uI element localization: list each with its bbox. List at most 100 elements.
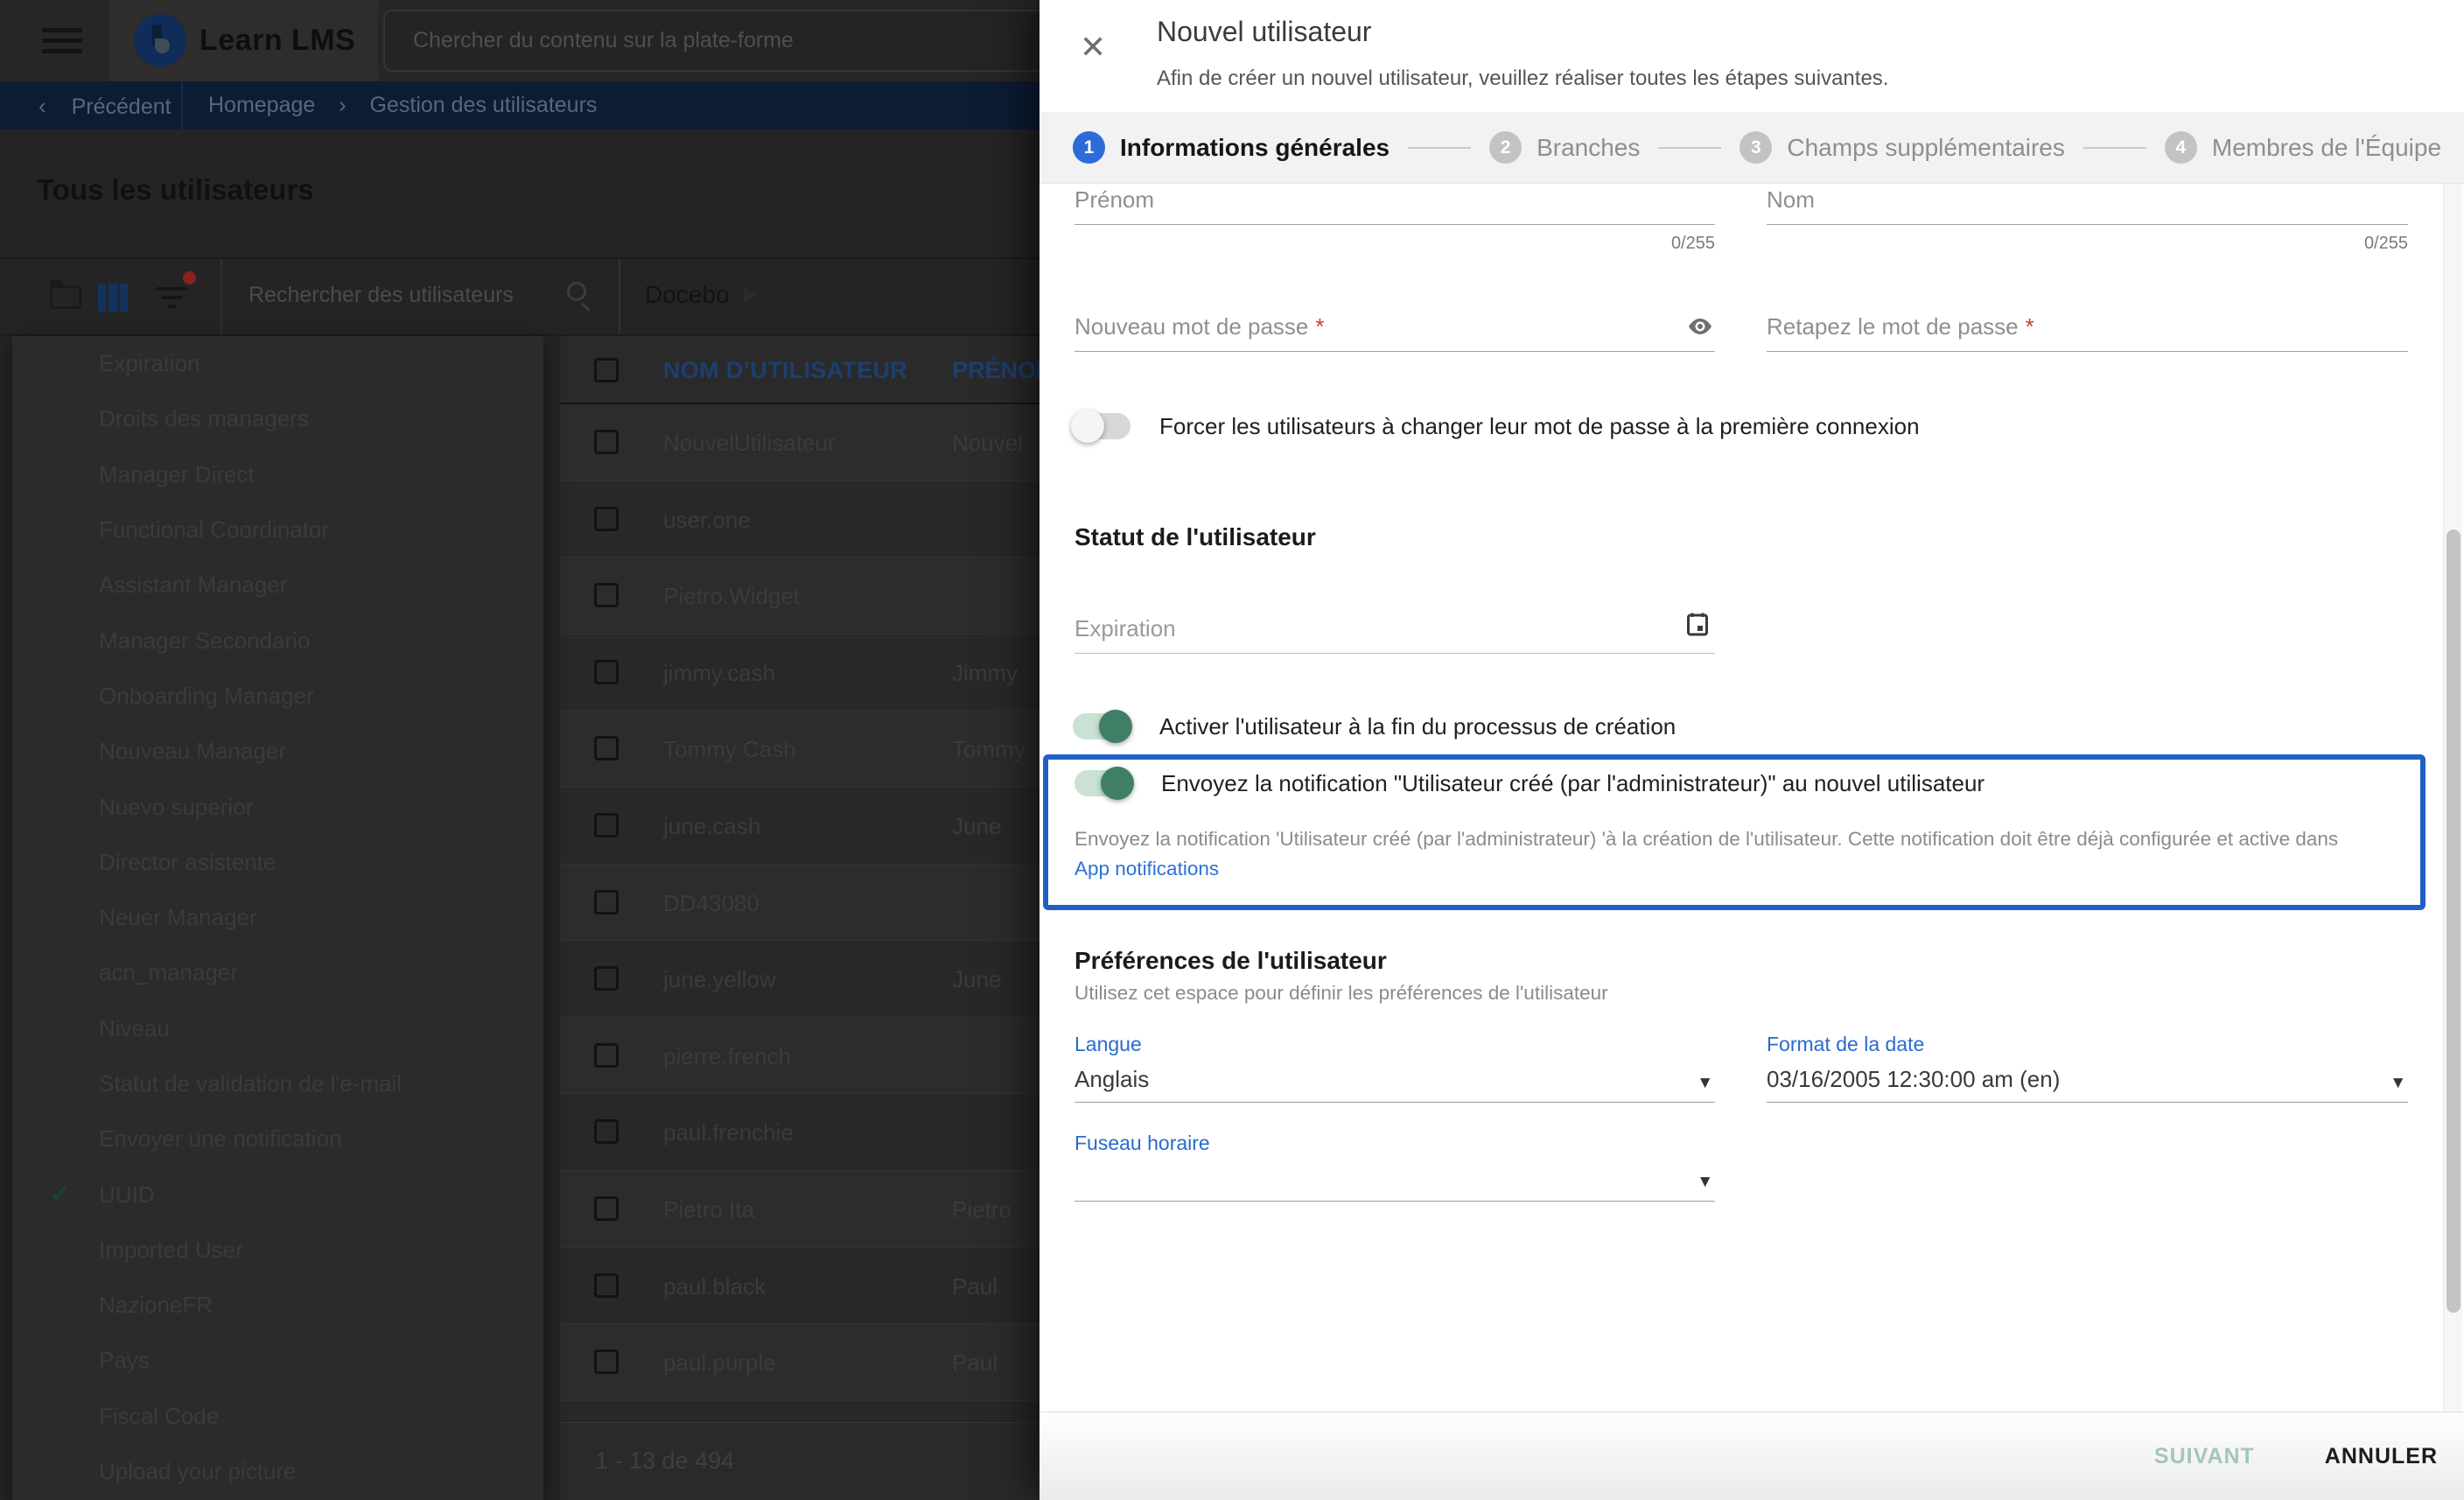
next-button[interactable]: SUIVANT <box>2154 1444 2255 1469</box>
row-checkbox[interactable] <box>594 660 619 684</box>
row-checkbox[interactable] <box>594 583 619 607</box>
global-search-input[interactable]: Chercher du contenu sur la plate-forme <box>383 10 1048 72</box>
dropdown-item-label: Statut de validation de l'e-mail <box>99 1070 402 1097</box>
dropdown-item-label: Nouveau Manager <box>99 738 286 765</box>
branch-selector[interactable]: Docebo <box>645 281 730 309</box>
app-notifications-link[interactable]: App notifications <box>1074 858 1219 880</box>
folder-icon[interactable] <box>50 285 81 309</box>
dropdown-item[interactable]: Statut de validation de l'e-mail <box>12 1056 543 1111</box>
table-row[interactable]: Pietro ItaPietro <box>560 1171 1040 1248</box>
preferences-hint: Utilisez cet espace pour définir les pré… <box>1074 982 1608 1005</box>
row-checkbox[interactable] <box>594 736 619 761</box>
step-connector <box>1658 147 1721 149</box>
dropdown-item[interactable]: Fiscal Code <box>12 1389 543 1444</box>
dropdown-item[interactable]: Manager Secondario <box>12 613 543 668</box>
back-button[interactable]: ‹ Précédent <box>38 93 172 120</box>
step-connector <box>2083 147 2146 149</box>
row-checkbox[interactable] <box>594 966 619 991</box>
retype-password-field[interactable]: Retapez le mot de passe* <box>1767 306 2408 352</box>
dropdown-item[interactable]: Onboarding Manager <box>12 669 543 724</box>
cell-username: paul.black <box>663 1273 766 1300</box>
dropdown-item[interactable]: Assistant Manager <box>12 557 543 613</box>
brand-name: Learn LMS <box>200 24 355 58</box>
language-select[interactable]: Langue Anglais ▼ <box>1074 1033 1715 1103</box>
row-checkbox[interactable] <box>594 430 619 454</box>
filter-icon[interactable] <box>156 287 187 310</box>
row-checkbox[interactable] <box>594 813 619 838</box>
table-row[interactable]: user.one <box>560 481 1040 558</box>
lastname-field[interactable]: Nom 0/255 <box>1767 184 2408 225</box>
brand-logo[interactable]: Learn LMS <box>109 0 378 81</box>
users-search-input[interactable]: Rechercher des utilisateurs <box>248 283 514 308</box>
row-checkbox[interactable] <box>594 890 619 915</box>
row-checkbox[interactable] <box>594 507 619 531</box>
dropdown-item[interactable]: Manager Direct <box>12 447 543 502</box>
dropdown-item[interactable]: Imported User <box>12 1223 543 1278</box>
table-row[interactable]: paul.blackPaul <box>560 1248 1040 1325</box>
show-password-icon[interactable] <box>1687 317 1713 336</box>
dropdown-item[interactable]: Director asistente <box>12 835 543 890</box>
table-row[interactable]: Pietro.Widget <box>560 557 1040 634</box>
column-header-firstname[interactable]: PRÉNOM <box>952 357 1040 384</box>
table-row[interactable]: jimmy.cashJimmy <box>560 634 1040 711</box>
dropdown-item[interactable]: acn_manager <box>12 945 543 1000</box>
table-header: NOM D’UTILISATEUR PRÉNOM <box>560 336 1040 404</box>
wizard-step-2[interactable]: 2Branches <box>1489 131 1640 164</box>
dropdown-item[interactable]: Envoyer une notification <box>12 1111 543 1167</box>
breadcrumb-homepage[interactable]: Homepage <box>208 93 315 117</box>
step-number: 4 <box>2165 131 2197 164</box>
dropdown-item[interactable]: Droits des managers <box>12 391 543 446</box>
modal-scrollbar-thumb[interactable] <box>2446 529 2460 1313</box>
close-icon[interactable]: ✕ <box>1080 32 1106 63</box>
dropdown-item[interactable]: NazioneFR <box>12 1278 543 1333</box>
row-checkbox[interactable] <box>594 1196 619 1221</box>
dropdown-item-label: Pays <box>99 1347 150 1374</box>
date-format-select[interactable]: Format de la date 03/16/2005 12:30:00 am… <box>1767 1033 2408 1103</box>
notification-note: Envoyez la notification 'Utilisateur cré… <box>1074 824 2370 884</box>
table-row[interactable]: NouvelUtilisateurNouvel <box>560 404 1040 481</box>
table-row[interactable]: june.yellowJune <box>560 941 1040 1018</box>
search-icon[interactable] <box>567 282 586 301</box>
dropdown-item[interactable]: ✓UUID <box>12 1167 543 1222</box>
required-asterisk: * <box>2026 313 2034 340</box>
expiration-field[interactable]: Expiration <box>1074 608 1715 654</box>
dropdown-item[interactable]: Nuevo superior <box>12 779 543 834</box>
activate-user-toggle[interactable] <box>1073 713 1130 739</box>
dropdown-item[interactable]: Niveau <box>12 1001 543 1056</box>
table-row[interactable]: pierre.french <box>560 1018 1040 1095</box>
table-row[interactable]: june.cashJune <box>560 788 1040 865</box>
dropdown-item[interactable]: Expiration <box>12 336 543 391</box>
modal-scrollbar-track[interactable] <box>2443 184 2462 1412</box>
row-checkbox[interactable] <box>594 1273 619 1298</box>
firstname-field[interactable]: Prénom 0/255 <box>1074 184 1715 225</box>
table-row[interactable]: paul.purplePaul <box>560 1324 1040 1401</box>
dropdown-arrow-icon: ▼ <box>1697 1074 1713 1093</box>
check-icon: ✓ <box>49 1179 71 1209</box>
wizard-step-1[interactable]: 1Informations générales <box>1073 131 1390 164</box>
menu-icon[interactable] <box>42 28 82 53</box>
calendar-icon[interactable] <box>1687 612 1708 636</box>
row-checkbox[interactable] <box>594 1043 619 1068</box>
new-password-field[interactable]: Nouveau mot de passe* <box>1074 306 1715 352</box>
force-password-change-toggle[interactable] <box>1073 413 1130 439</box>
dropdown-item[interactable]: Nouveau Manager <box>12 724 543 779</box>
cancel-button[interactable]: ANNULER <box>2325 1444 2438 1469</box>
table-row[interactable]: DD43080 <box>560 865 1040 942</box>
column-header-username[interactable]: NOM D’UTILISATEUR <box>663 357 907 384</box>
dropdown-item[interactable]: Functional Coordinator <box>12 502 543 557</box>
row-checkbox[interactable] <box>594 1349 619 1374</box>
table-row[interactable]: Tommy CashTommy <box>560 711 1040 788</box>
cell-username: user.one <box>663 507 751 534</box>
send-notification-toggle[interactable] <box>1074 770 1132 796</box>
dropdown-item-label: Functional Coordinator <box>99 516 329 543</box>
select-all-checkbox[interactable] <box>594 358 619 382</box>
dropdown-item[interactable]: Pays <box>12 1333 543 1388</box>
timezone-select[interactable]: Fuseau horaire ▼ <box>1074 1132 1715 1202</box>
dropdown-item[interactable]: Neuer Manager <box>12 890 543 945</box>
wizard-step-4[interactable]: 4Membres de l'Équipe <box>2165 131 2441 164</box>
wizard-step-3[interactable]: 3Champs supplémentaires <box>1740 131 2065 164</box>
dropdown-item[interactable]: Upload your picture <box>12 1444 543 1499</box>
table-row[interactable]: paul.frenchie <box>560 1094 1040 1171</box>
columns-icon[interactable] <box>98 284 128 312</box>
row-checkbox[interactable] <box>594 1119 619 1144</box>
